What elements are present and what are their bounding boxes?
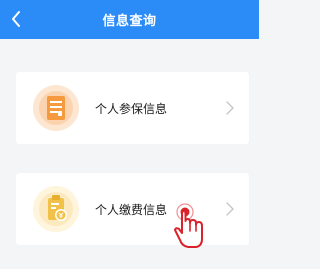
payment-info-label: 个人缴费信息 bbox=[95, 202, 168, 217]
chevron-right-icon bbox=[226, 202, 234, 216]
info-query-screen: 信息查询 个人参保信息 个人缴费信息 bbox=[0, 0, 259, 269]
tap-hand-icon bbox=[174, 203, 203, 248]
clipboard-yen-icon bbox=[32, 185, 80, 233]
document-icon bbox=[32, 84, 80, 132]
page-title: 信息查询 bbox=[102, 14, 157, 29]
chevron-left-icon bbox=[12, 11, 20, 27]
back-button[interactable] bbox=[6, 6, 26, 32]
header-bar: 信息查询 bbox=[0, 0, 259, 39]
payment-info-item[interactable]: 个人缴费信息 bbox=[16, 173, 249, 245]
insurance-info-label: 个人参保信息 bbox=[95, 101, 168, 116]
insurance-info-item[interactable]: 个人参保信息 bbox=[16, 72, 249, 144]
chevron-right-icon bbox=[226, 101, 234, 115]
